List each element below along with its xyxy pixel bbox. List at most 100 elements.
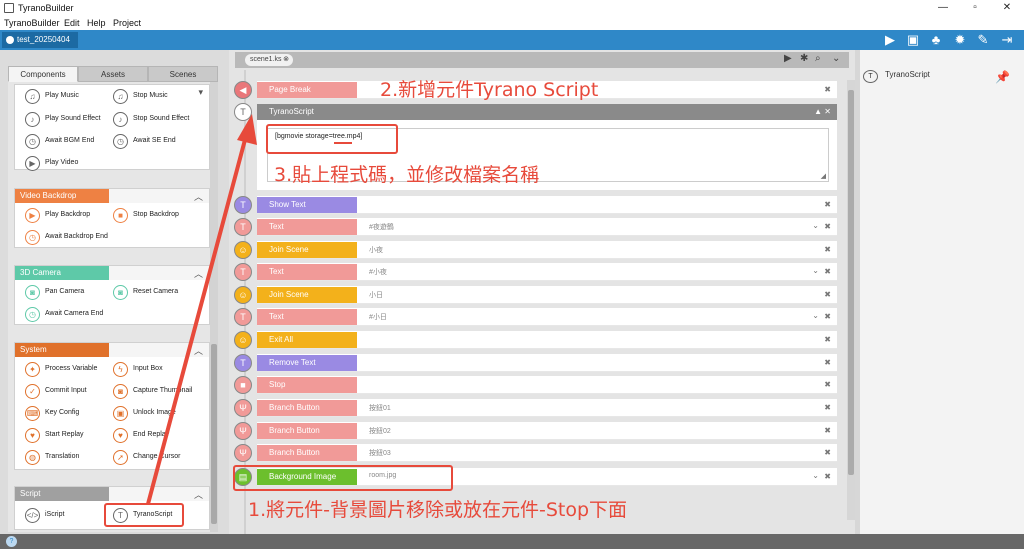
chevron-down-icon[interactable]: ⌄: [832, 53, 840, 64]
commit-icon: ✓: [25, 384, 40, 399]
components-list: ▾ ♫ Play Music ♫ Stop Music ♪ Play Sound Ef…: [8, 82, 218, 532]
timeline-row[interactable]: Text #夜遊鶴 ⌄ ✖: [257, 218, 837, 236]
collapse-close-controls[interactable]: ▲ ✕: [814, 104, 831, 120]
comp-input-box[interactable]: ϟ Input Box: [113, 361, 205, 379]
delete-icon[interactable]: ✖: [824, 245, 831, 254]
timeline-row[interactable]: Join Scene 小日 ✖: [257, 286, 837, 304]
left-scrollbar[interactable]: [210, 82, 218, 532]
minimize-button[interactable]: —: [928, 1, 958, 15]
close-window-button[interactable]: ✕: [992, 1, 1022, 15]
delete-icon[interactable]: ✖: [824, 380, 831, 389]
comp-play-backdrop[interactable]: ▶ Play Backdrop: [25, 207, 117, 225]
chevron-down-icon[interactable]: ⌄: [812, 266, 819, 275]
comp-pan-camera[interactable]: ◙ Pan Camera: [25, 284, 117, 302]
text-icon: T: [234, 308, 252, 326]
comp-key-config[interactable]: ⌨ Key Config: [25, 405, 117, 423]
comp-stop-music[interactable]: ♫ Stop Music: [113, 88, 205, 106]
delete-icon[interactable]: ✖: [824, 290, 831, 299]
delete-icon[interactable]: ✖: [824, 426, 831, 435]
timeline-row[interactable]: Branch Button 按鈕03 ✖: [257, 444, 837, 462]
category-title[interactable]: Video Backdrop: [15, 189, 109, 203]
maximize-button[interactable]: ▫: [960, 1, 990, 15]
delete-icon[interactable]: ✖: [824, 85, 831, 94]
tab-assets[interactable]: Assets: [78, 66, 148, 82]
delete-icon[interactable]: ✖: [824, 448, 831, 457]
timeline-row[interactable]: Branch Button 按鈕01 ✖: [257, 399, 837, 417]
chevron-down-icon[interactable]: ⌄: [812, 221, 819, 230]
save-icon[interactable]: ▣: [905, 32, 921, 48]
delete-icon[interactable]: ✖: [824, 403, 831, 412]
comp-commit-input[interactable]: ✓ Commit Input: [25, 383, 117, 401]
timeline-scrollbar[interactable]: [847, 80, 855, 520]
resize-handle-icon[interactable]: ◢: [821, 172, 826, 180]
delete-icon[interactable]: ✖: [824, 222, 831, 231]
comp-reset-camera[interactable]: ◙ Reset Camera: [113, 284, 205, 302]
timeline-row[interactable]: Stop ✖: [257, 376, 837, 394]
timeline-row[interactable]: Show Text ✖: [257, 196, 837, 214]
collapse-icon[interactable]: ︿: [194, 190, 203, 203]
stop-sound-icon: ♪: [113, 112, 128, 127]
timeline-row[interactable]: Remove Text ✖: [257, 354, 837, 372]
scene-tab[interactable]: scene1.ks ⊗: [245, 54, 293, 66]
timeline-row[interactable]: Text #小日 ⌄ ✖: [257, 308, 837, 326]
play-icon[interactable]: ▶: [882, 32, 898, 48]
tab-components[interactable]: Components: [8, 66, 78, 82]
menu-project[interactable]: Project: [113, 18, 141, 28]
collapse-icon[interactable]: ︿: [194, 488, 203, 501]
timeline-row[interactable]: Join Scene 小夜 ✖: [257, 241, 837, 259]
comp-process-variable[interactable]: ✦ Process Variable: [25, 361, 117, 379]
comp-translation[interactable]: ◍ Translation: [25, 449, 117, 467]
timeline-row[interactable]: Branch Button 按鈕02 ✖: [257, 422, 837, 440]
comp-capture-thumbnail[interactable]: ◙ Capture Thumbnail: [113, 383, 205, 401]
tab-scenes[interactable]: Scenes: [148, 66, 218, 82]
comp-end-replay[interactable]: ♥ End Replay: [113, 427, 205, 445]
delete-icon[interactable]: ✖: [824, 335, 831, 344]
collapse-icon[interactable]: ︿: [194, 267, 203, 280]
exit-all-icon: ☺: [234, 331, 252, 349]
cursor-icon: ➚: [113, 450, 128, 465]
help-icon[interactable]: ?: [6, 536, 17, 547]
comp-start-replay[interactable]: ♥ Start Replay: [25, 427, 117, 445]
delete-icon[interactable]: ✖: [824, 358, 831, 367]
project-icon: [6, 36, 14, 44]
comp-stop-backdrop[interactable]: ■ Stop Backdrop: [113, 207, 205, 225]
clock-icon: ◷: [25, 307, 40, 322]
delete-icon[interactable]: ✖: [824, 472, 831, 481]
panel-splitter[interactable]: [855, 50, 860, 534]
debug-icon[interactable]: ✱: [800, 53, 808, 64]
settings-icon[interactable]: ✹: [952, 32, 968, 48]
build-icon[interactable]: ✎: [975, 32, 991, 48]
delete-icon[interactable]: ✖: [824, 312, 831, 321]
category-title[interactable]: Script: [15, 487, 109, 501]
search-icon[interactable]: ⌕: [815, 53, 821, 64]
chevron-down-icon[interactable]: ⌄: [812, 471, 819, 480]
category-title[interactable]: 3D Camera: [15, 266, 109, 280]
delete-icon[interactable]: ✖: [824, 267, 831, 276]
menu-tyranobuilder[interactable]: TyranoBuilder: [4, 18, 60, 28]
comp-unlock-image[interactable]: ▣ Unlock Image: [113, 405, 205, 423]
delete-icon[interactable]: ✖: [824, 200, 831, 209]
tyranoscript-header[interactable]: TyranoScript ▲ ✕: [257, 104, 837, 120]
characters-icon[interactable]: ♣: [928, 32, 944, 48]
export-icon[interactable]: ⇥: [999, 32, 1015, 48]
collapse-icon[interactable]: ︿: [194, 344, 203, 357]
comp-play-sound-effect[interactable]: ♪ Play Sound Effect: [25, 111, 117, 129]
pin-icon[interactable]: 📌: [995, 70, 1010, 84]
comp-await-se-end[interactable]: ◷ Await SE End: [113, 133, 205, 151]
comp-await-backdrop-end[interactable]: ◷ Await Backdrop End: [25, 229, 117, 247]
timeline-row[interactable]: Exit All ✖: [257, 331, 837, 349]
comp-await-bgm-end[interactable]: ◷ Await BGM End: [25, 133, 117, 151]
comp-stop-sound-effect[interactable]: ♪ Stop Sound Effect: [113, 111, 205, 129]
menu-help[interactable]: Help: [87, 18, 106, 28]
comp-await-camera-end[interactable]: ◷ Await Camera End: [25, 306, 117, 324]
close-tab-icon[interactable]: ⊗: [283, 54, 289, 66]
timeline-row[interactable]: Text #小夜 ⌄ ✖: [257, 263, 837, 281]
comp-change-cursor[interactable]: ➚ Change Cursor: [113, 449, 205, 467]
comp-play-music[interactable]: ♫ Play Music: [25, 88, 117, 106]
project-tab[interactable]: test_20250404: [2, 32, 78, 48]
menu-edit[interactable]: Edit: [64, 18, 80, 28]
chevron-down-icon[interactable]: ⌄: [812, 311, 819, 320]
category-title[interactable]: System: [15, 343, 109, 357]
play-scene-icon[interactable]: ▶: [784, 53, 792, 64]
comp-play-video[interactable]: ▶ Play Video: [25, 155, 117, 173]
